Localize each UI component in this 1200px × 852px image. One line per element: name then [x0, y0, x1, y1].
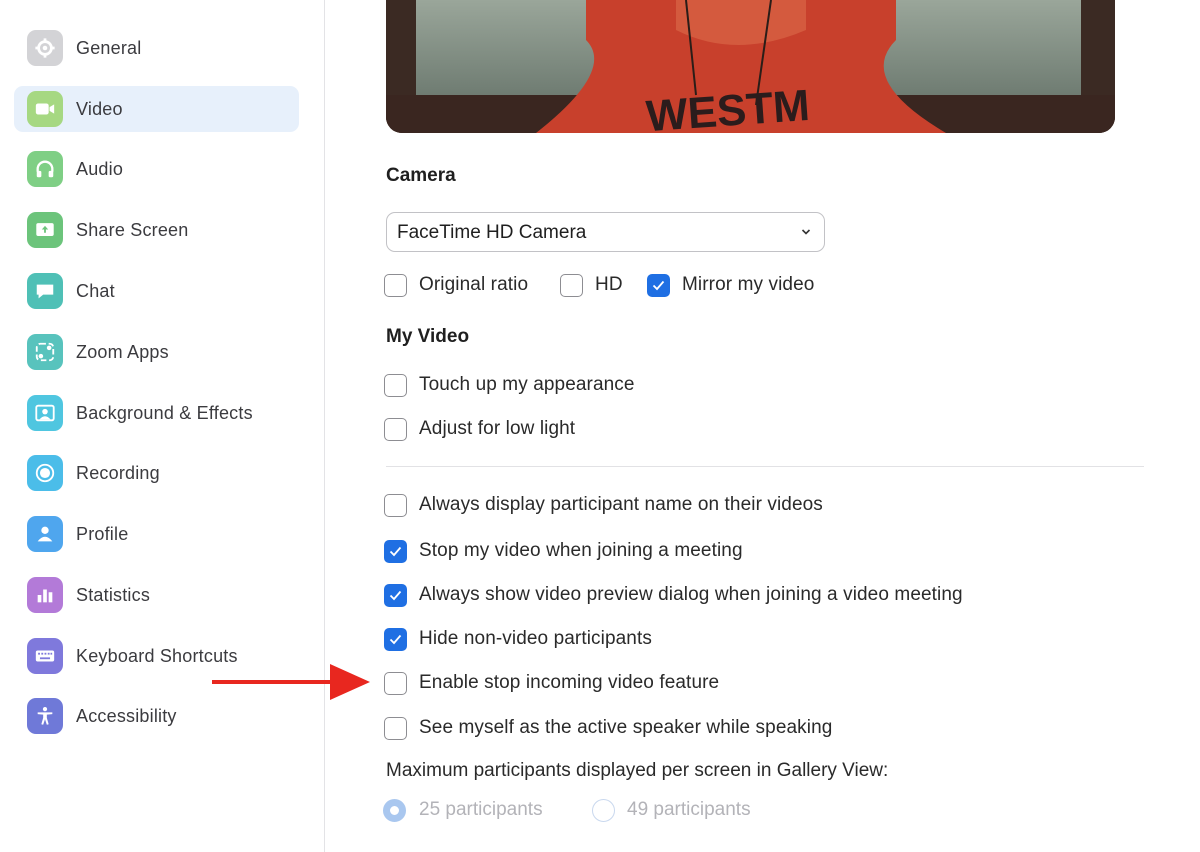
- display-participant-name-checkbox[interactable]: [384, 494, 407, 517]
- hd-label: HD: [595, 274, 623, 295]
- hide-non-video-participants-label: Hide non-video participants: [419, 628, 652, 649]
- stop-incoming-video-checkbox[interactable]: [384, 672, 407, 695]
- touch-up-appearance-label: Touch up my appearance: [419, 374, 635, 395]
- sidebar-item-label: Chat: [76, 281, 115, 301]
- radio-25-participants-label: 25 participants: [419, 799, 543, 820]
- sidebar-item-label: Recording: [76, 463, 160, 483]
- mirror-video-label: Mirror my video: [682, 274, 815, 295]
- sidebar-item-label: Audio: [76, 159, 124, 179]
- sidebar-item-share-screen[interactable]: Share Screen: [14, 207, 299, 253]
- touch-up-appearance-checkbox[interactable]: [384, 374, 407, 397]
- stop-video-on-join-label: Stop my video when joining a meeting: [419, 540, 743, 561]
- camera-section-title: Camera: [386, 165, 456, 186]
- sidebar-item-background-effects[interactable]: Background & Effects: [14, 390, 299, 436]
- background-portrait-icon: [27, 395, 63, 431]
- settings-sidebar: General Video Audio Share Screen Chat Zo…: [0, 0, 325, 852]
- camera-feed-image: WESTM: [386, 0, 1115, 133]
- stop-incoming-video-label: Enable stop incoming video feature: [419, 672, 720, 693]
- camera-select-value: FaceTime HD Camera: [397, 222, 587, 243]
- checkmark-icon: [652, 280, 665, 291]
- adjust-low-light-checkbox[interactable]: [384, 418, 407, 441]
- sidebar-item-video[interactable]: Video: [14, 86, 299, 132]
- active-speaker-checkbox[interactable]: [384, 717, 407, 740]
- my-video-section-title: My Video: [386, 326, 470, 347]
- sidebar-item-audio[interactable]: Audio: [14, 146, 299, 192]
- original-ratio-checkbox[interactable]: [384, 274, 407, 297]
- video-preview: WESTM: [386, 0, 1115, 133]
- radio-25-participants[interactable]: [383, 799, 406, 822]
- hide-non-video-participants-checkbox[interactable]: [384, 628, 407, 651]
- sidebar-item-label: Zoom Apps: [76, 342, 169, 362]
- active-speaker-label: See myself as the active speaker while s…: [419, 717, 833, 738]
- mirror-video-checkbox[interactable]: [647, 274, 670, 297]
- checkmark-icon: [389, 590, 402, 601]
- sidebar-item-recording[interactable]: Recording: [14, 450, 299, 496]
- keyboard-icon: [27, 638, 63, 674]
- original-ratio-label: Original ratio: [419, 274, 529, 295]
- stop-video-on-join-checkbox[interactable]: [384, 540, 407, 563]
- adjust-low-light-label: Adjust for low light: [419, 418, 576, 439]
- show-video-preview-label: Always show video preview dialog when jo…: [419, 584, 963, 605]
- chevron-down-icon: [801, 229, 811, 235]
- checkmark-icon: [389, 634, 402, 645]
- video-camera-icon: [27, 91, 63, 127]
- sidebar-item-label: Background & Effects: [76, 403, 253, 423]
- sidebar-item-label: Statistics: [76, 585, 151, 605]
- accessibility-person-icon: [27, 698, 63, 734]
- sidebar-item-profile[interactable]: Profile: [14, 511, 299, 557]
- record-icon: [27, 455, 63, 491]
- radio-49-participants-label: 49 participants: [627, 799, 751, 820]
- sidebar-item-zoom-apps[interactable]: Zoom Apps: [14, 329, 299, 375]
- person-icon: [27, 516, 63, 552]
- sidebar-item-chat[interactable]: Chat: [14, 268, 299, 314]
- hd-checkbox[interactable]: [560, 274, 583, 297]
- annotation-arrow-icon: [212, 664, 370, 700]
- sidebar-item-label: Share Screen: [76, 220, 189, 240]
- sidebar-item-statistics[interactable]: Statistics: [14, 572, 299, 618]
- sidebar-item-label: General: [76, 38, 142, 58]
- show-video-preview-checkbox[interactable]: [384, 584, 407, 607]
- sidebar-item-label: Profile: [76, 524, 129, 544]
- gallery-max-participants-label: Maximum participants displayed per scree…: [386, 760, 889, 781]
- radio-49-participants[interactable]: [592, 799, 615, 822]
- sidebar-item-general[interactable]: General: [14, 25, 299, 71]
- sidebar-item-label: Accessibility: [76, 706, 177, 726]
- headphones-icon: [27, 151, 63, 187]
- section-divider: [386, 466, 1144, 467]
- sidebar-item-label: Video: [76, 99, 123, 119]
- display-participant-name-label: Always display participant name on their…: [419, 494, 823, 515]
- checkmark-icon: [389, 546, 402, 557]
- share-screen-icon: [27, 212, 63, 248]
- chat-bubble-icon: [27, 273, 63, 309]
- gear-icon: [27, 30, 63, 66]
- apps-icon: [27, 334, 63, 370]
- camera-select[interactable]: FaceTime HD Camera: [386, 212, 825, 252]
- bar-chart-icon: [27, 577, 63, 613]
